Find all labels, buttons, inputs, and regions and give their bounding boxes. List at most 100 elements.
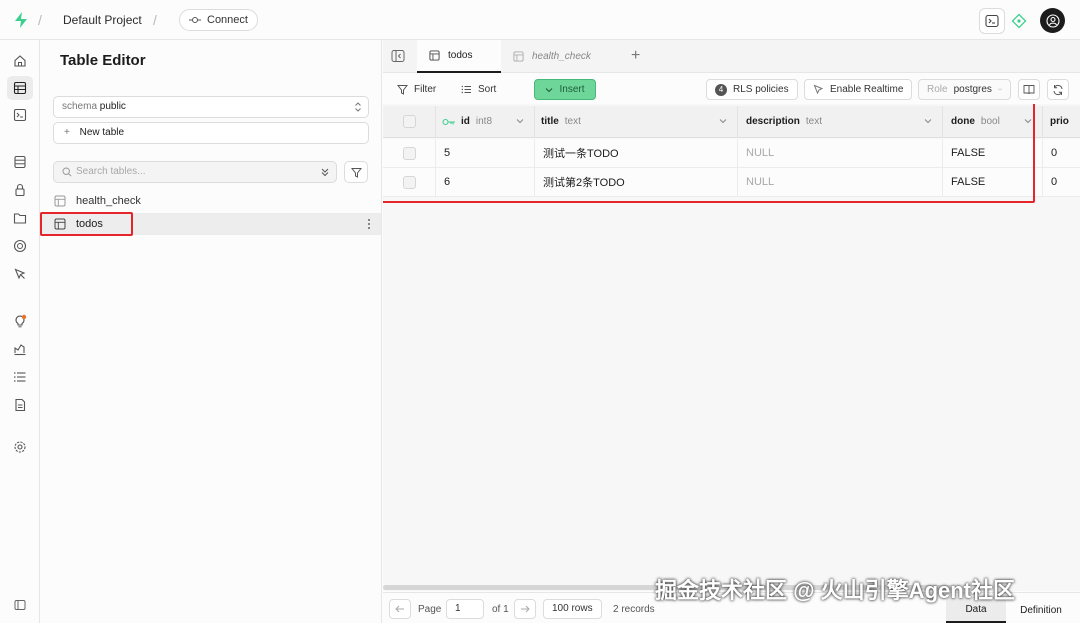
cell-description[interactable]: NULL bbox=[738, 168, 943, 196]
chevron-down-icon[interactable] bbox=[719, 118, 727, 124]
cell-title[interactable]: 测试第2条TODO bbox=[535, 168, 738, 196]
role-select[interactable]: Role postgres bbox=[918, 79, 1011, 100]
insert-button[interactable]: Insert bbox=[534, 79, 596, 100]
chevron-down-icon[interactable] bbox=[924, 118, 932, 124]
select-all-checkbox[interactable] bbox=[402, 115, 416, 128]
column-header-title[interactable]: title text bbox=[535, 106, 738, 137]
cell-description[interactable]: NULL bbox=[738, 139, 943, 167]
cell-prio[interactable]: 0 bbox=[1043, 168, 1080, 196]
rls-label: RLS policies bbox=[733, 84, 789, 95]
chevron-down-icon[interactable] bbox=[516, 118, 524, 124]
edge-functions-icon[interactable] bbox=[11, 237, 29, 255]
select-all-column bbox=[383, 106, 436, 137]
sort-button[interactable]: Sort bbox=[461, 79, 496, 99]
column-header-prio[interactable]: prio bbox=[1043, 106, 1080, 137]
chevron-down-icon bbox=[546, 87, 553, 92]
terminal-button[interactable] bbox=[979, 8, 1005, 34]
cursor-icon bbox=[813, 84, 824, 95]
tab-health-check[interactable]: health_check bbox=[501, 40, 621, 73]
collapse-panel-icon[interactable] bbox=[391, 49, 405, 63]
cell-title[interactable]: 测试一条TODO bbox=[535, 139, 738, 167]
collapse-sidebar-icon[interactable] bbox=[11, 596, 29, 614]
column-header-id[interactable]: id int8 bbox=[436, 106, 535, 137]
table-icon bbox=[54, 195, 66, 207]
filter-icon bbox=[397, 84, 408, 95]
table-row[interactable]: 5 测试一条TODO NULL FALSE 0 bbox=[383, 139, 1080, 168]
plug-icon bbox=[189, 17, 201, 23]
cell-done[interactable]: FALSE bbox=[943, 139, 1043, 167]
table-name: todos bbox=[76, 218, 103, 230]
chevron-down-icon[interactable] bbox=[1024, 118, 1032, 124]
table-search bbox=[53, 161, 337, 183]
chevron-down-icon bbox=[998, 88, 1002, 91]
data-grid: id int8 title text description text done… bbox=[383, 104, 1080, 591]
schema-value: public bbox=[99, 101, 126, 112]
tab-label: health_check bbox=[532, 51, 591, 62]
home-icon[interactable] bbox=[11, 52, 29, 70]
diamond-icon bbox=[1011, 13, 1027, 29]
breadcrumb-separator: / bbox=[38, 12, 42, 28]
search-input[interactable] bbox=[76, 166, 306, 177]
grid-toolbar: Filter Sort Insert 4 RLS policies Enable… bbox=[383, 74, 1080, 104]
tab-definition[interactable]: Definition bbox=[1010, 597, 1072, 623]
storage-folder-icon[interactable] bbox=[11, 209, 29, 227]
table-editor-icon[interactable] bbox=[7, 76, 33, 100]
rls-count-badge: 4 bbox=[715, 83, 727, 96]
database-icon[interactable] bbox=[11, 153, 29, 171]
more-options-icon[interactable] bbox=[367, 218, 371, 230]
row-checkbox[interactable] bbox=[402, 146, 416, 160]
cell-id[interactable]: 6 bbox=[436, 168, 535, 196]
table-editor-sidebar: Table Editor schema public + New table h… bbox=[40, 40, 382, 623]
column-name: prio bbox=[1050, 116, 1069, 127]
filter-tables-button[interactable] bbox=[344, 161, 368, 183]
primary-key-icon bbox=[442, 118, 455, 125]
assistant-button[interactable] bbox=[1006, 8, 1032, 34]
column-type: bool bbox=[980, 116, 1000, 127]
add-tab-icon[interactable]: + bbox=[631, 47, 640, 65]
connect-button[interactable]: Connect bbox=[179, 9, 258, 31]
new-table-button[interactable]: + New table bbox=[53, 122, 369, 144]
api-docs-icon[interactable] bbox=[11, 396, 29, 414]
realtime-cursor-icon[interactable] bbox=[11, 265, 29, 283]
chevron-double-down-icon[interactable] bbox=[320, 167, 330, 177]
row-checkbox[interactable] bbox=[402, 175, 416, 189]
rls-policies-button[interactable]: 4 RLS policies bbox=[706, 79, 798, 100]
cell-prio[interactable]: 0 bbox=[1043, 139, 1080, 167]
plus-icon: + bbox=[64, 127, 70, 138]
row-select-cell bbox=[383, 168, 436, 196]
filter-button[interactable]: Filter bbox=[397, 79, 436, 99]
refresh-icon bbox=[1053, 84, 1063, 95]
table-list-item-selected[interactable]: todos bbox=[40, 213, 381, 235]
page-input[interactable]: 1 bbox=[446, 599, 484, 619]
enable-realtime-button[interactable]: Enable Realtime bbox=[804, 79, 913, 100]
insert-label: Insert bbox=[559, 84, 585, 95]
filter-label: Filter bbox=[414, 83, 437, 95]
settings-gear-icon[interactable] bbox=[11, 438, 29, 456]
refresh-button[interactable] bbox=[1047, 79, 1069, 100]
cell-id[interactable]: 5 bbox=[436, 139, 535, 167]
rows-per-page-button[interactable]: 100 rows bbox=[543, 599, 602, 619]
chevron-updown-icon bbox=[355, 102, 361, 112]
sql-editor-icon[interactable] bbox=[11, 106, 29, 124]
row-select-cell bbox=[383, 139, 436, 167]
tab-todos[interactable]: todos bbox=[417, 40, 501, 73]
auth-lock-icon[interactable] bbox=[11, 181, 29, 199]
filter-icon bbox=[350, 167, 362, 178]
table-list-item[interactable]: health_check bbox=[40, 190, 381, 212]
api-docs-button[interactable] bbox=[1018, 79, 1040, 100]
project-name[interactable]: Default Project bbox=[63, 13, 142, 27]
supabase-logo-icon[interactable] bbox=[12, 11, 30, 29]
schema-select[interactable]: schema public bbox=[53, 96, 369, 118]
cell-done[interactable]: FALSE bbox=[943, 168, 1043, 196]
table-row[interactable]: 6 测试第2条TODO NULL FALSE 0 bbox=[383, 168, 1080, 197]
reports-chart-icon[interactable] bbox=[11, 340, 29, 358]
avatar[interactable] bbox=[1040, 8, 1065, 33]
advisors-bulb-icon[interactable] bbox=[11, 312, 29, 330]
next-page-button[interactable] bbox=[514, 599, 536, 619]
column-header-done[interactable]: done bool bbox=[943, 106, 1043, 137]
prev-page-button[interactable] bbox=[389, 599, 411, 619]
logs-list-icon[interactable] bbox=[11, 368, 29, 386]
new-table-label: New table bbox=[79, 127, 125, 138]
book-icon bbox=[1023, 85, 1035, 95]
column-header-description[interactable]: description text bbox=[738, 106, 943, 137]
